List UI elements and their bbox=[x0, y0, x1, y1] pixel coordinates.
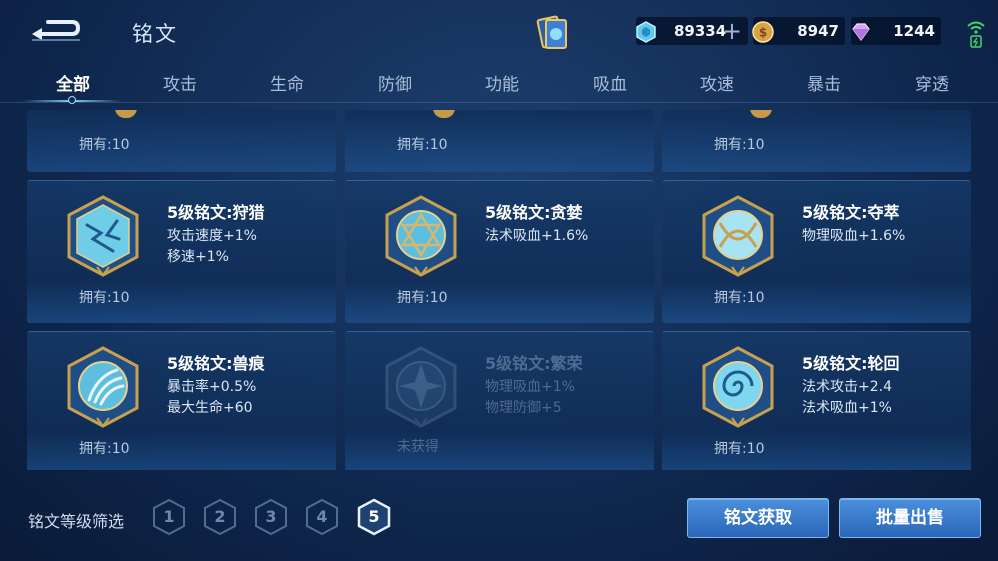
tab-attack[interactable]: 攻击 bbox=[140, 70, 220, 95]
category-tabs: 全部 攻击 生命 防御 功能 吸血 攻速 暴击 穿透 bbox=[0, 64, 998, 104]
owned-count: 拥有:10 bbox=[397, 290, 448, 306]
tab-divider bbox=[0, 102, 998, 103]
owned-count: 拥有:10 bbox=[714, 137, 765, 153]
rune-stat: 攻击速度+1% bbox=[167, 228, 257, 244]
currency-gem: 1244 bbox=[851, 17, 941, 45]
tab-attack-speed[interactable]: 攻速 bbox=[677, 70, 757, 95]
lightning-rune-icon bbox=[67, 195, 139, 277]
rune-grid[interactable]: 拥有:10 拥有:10 拥有:10 5级铭文:狩猎 攻击速度+1% 移速+1% … bbox=[0, 110, 998, 470]
level-number: 4 bbox=[316, 507, 328, 526]
rune-name: 5级铭文:夺萃 bbox=[802, 203, 900, 222]
owned-count: 拥有:10 bbox=[714, 441, 765, 457]
svg-text:$: $ bbox=[759, 26, 767, 40]
gold-coin-icon: $ bbox=[752, 21, 774, 43]
rune-stat: 物理防御+5 bbox=[485, 400, 562, 416]
rune-stat: 法术攻击+2.4 bbox=[802, 379, 892, 395]
rune-stat: 法术吸血+1.6% bbox=[485, 228, 589, 244]
rune-card[interactable]: 5级铭文:狩猎 攻击速度+1% 移速+1% 拥有:10 bbox=[27, 180, 336, 323]
level-number: 1 bbox=[163, 507, 175, 526]
owned-count: 拥有:10 bbox=[79, 290, 130, 306]
rune-name: 5级铭文:贪婪 bbox=[485, 203, 583, 222]
coupon-icon bbox=[636, 21, 656, 43]
coupon-amount: 89334 bbox=[674, 22, 727, 40]
back-arrow-icon bbox=[32, 20, 81, 41]
rune-emblem-partial-icon bbox=[115, 110, 137, 118]
rune-name: 5级铭文:轮回 bbox=[802, 354, 900, 373]
rune-stat: 暴击率+0.5% bbox=[167, 379, 257, 395]
owned-count: 拥有:10 bbox=[79, 137, 130, 153]
rune-card[interactable]: 5级铭文:轮回 法术攻击+2.4 法术吸血+1% 拥有:10 bbox=[662, 331, 971, 470]
gem-amount: 1244 bbox=[893, 22, 935, 40]
back-button[interactable] bbox=[28, 14, 84, 46]
rune-deck-icon[interactable] bbox=[536, 14, 570, 52]
owned-count: 拥有:10 bbox=[714, 290, 765, 306]
rune-emblem-partial-icon bbox=[433, 110, 455, 118]
gem-icon bbox=[852, 23, 870, 42]
rune-name: 5级铭文:狩猎 bbox=[167, 203, 265, 222]
spiral-rune-icon bbox=[702, 346, 774, 428]
claw-rune-icon bbox=[67, 346, 139, 428]
active-tab-dot bbox=[68, 96, 76, 104]
bulk-sell-button[interactable]: 批量出售 bbox=[839, 498, 981, 538]
level-number: 5 bbox=[368, 507, 380, 526]
rune-acquire-button[interactable]: 铭文获取 bbox=[687, 498, 829, 538]
page-title: 铭文 bbox=[132, 22, 178, 46]
tab-utility[interactable]: 功能 bbox=[462, 70, 542, 95]
hexagram-rune-icon bbox=[385, 195, 457, 277]
bottom-bar: 铭文等级筛选 1 2 3 4 5 铭文获取 批量出售 bbox=[0, 488, 998, 548]
tab-all[interactable]: 全部 bbox=[33, 70, 113, 95]
rune-card-partial[interactable]: 拥有:10 bbox=[27, 110, 336, 172]
level-filter-label: 铭文等级筛选 bbox=[28, 512, 125, 531]
tab-defense[interactable]: 防御 bbox=[355, 70, 435, 95]
tab-lifesteal[interactable]: 吸血 bbox=[570, 70, 650, 95]
rune-stat: 物理吸血+1.6% bbox=[802, 228, 906, 244]
top-bar: 铭文 89334 + $ 8947 1244 bbox=[0, 0, 998, 62]
rune-card[interactable]: 5级铭文:贪婪 法术吸血+1.6% 拥有:10 bbox=[345, 180, 654, 323]
rune-card-partial[interactable]: 拥有:10 bbox=[662, 110, 971, 172]
level-number: 3 bbox=[265, 507, 277, 526]
tab-critical[interactable]: 暴击 bbox=[784, 70, 864, 95]
gold-amount: 8947 bbox=[797, 22, 839, 40]
rune-card[interactable]: 5级铭文:夺萃 物理吸血+1.6% 拥有:10 bbox=[662, 180, 971, 323]
rune-stat: 移速+1% bbox=[167, 249, 229, 265]
not-acquired-label: 未获得 bbox=[397, 439, 439, 455]
rune-name: 5级铭文:兽痕 bbox=[167, 354, 265, 373]
wifi-battery-icon bbox=[965, 18, 987, 48]
level-filter-4[interactable]: 4 bbox=[305, 498, 339, 536]
owned-count: 拥有:10 bbox=[397, 137, 448, 153]
rune-emblem-partial-icon bbox=[750, 110, 772, 118]
rune-card-partial[interactable]: 拥有:10 bbox=[345, 110, 654, 172]
knot-rune-icon bbox=[702, 195, 774, 277]
add-coupon-button[interactable]: + bbox=[722, 18, 742, 44]
level-filter-2[interactable]: 2 bbox=[203, 498, 237, 536]
tab-health[interactable]: 生命 bbox=[247, 70, 327, 95]
level-filter-3[interactable]: 3 bbox=[254, 498, 288, 536]
tab-penetration[interactable]: 穿透 bbox=[892, 70, 972, 95]
currency-coupon: 89334 + bbox=[636, 17, 748, 45]
flower-rune-icon bbox=[385, 346, 457, 428]
rune-stat: 物理吸血+1% bbox=[485, 379, 575, 395]
owned-count: 拥有:10 bbox=[79, 441, 130, 457]
rune-card[interactable]: 5级铭文:兽痕 暴击率+0.5% 最大生命+60 拥有:10 bbox=[27, 331, 336, 470]
level-filter-5[interactable]: 5 bbox=[357, 498, 391, 536]
rune-stat: 最大生命+60 bbox=[167, 400, 253, 416]
currency-gold: $ 8947 bbox=[752, 17, 845, 45]
level-number: 2 bbox=[214, 507, 226, 526]
level-filter-1[interactable]: 1 bbox=[152, 498, 186, 536]
rune-name: 5级铭文:繁荣 bbox=[485, 354, 583, 373]
rune-stat: 法术吸血+1% bbox=[802, 400, 892, 416]
rune-card-locked[interactable]: 5级铭文:繁荣 物理吸血+1% 物理防御+5 未获得 bbox=[345, 331, 654, 470]
